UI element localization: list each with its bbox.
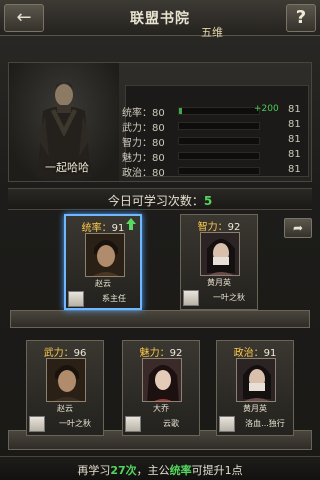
attributes-title: 五维 — [201, 26, 223, 39]
attr-bonus: +200 — [254, 104, 279, 114]
hero-portrait — [142, 358, 182, 402]
player-avatar — [29, 416, 45, 432]
portrait-image — [237, 359, 275, 401]
attr-max: 81 — [288, 104, 301, 115]
attr-row-force: 武力：80 81 — [122, 119, 306, 134]
attr-row-charm: 魅力：80 81 — [122, 149, 306, 164]
player-name: 云歌 — [163, 419, 179, 428]
attr-bar — [178, 152, 260, 160]
hero-portrait — [236, 358, 276, 402]
attr-fill — [179, 108, 182, 114]
study-card-intellect[interactable]: 智力：92 黄月英 一叶之秋 — [180, 214, 258, 310]
attr-label: 政治：80 — [122, 168, 165, 179]
help-button[interactable]: ? — [286, 4, 316, 32]
footer-suffix: 可提升1点 — [191, 464, 243, 477]
hero-portrait — [85, 233, 125, 277]
hero-label: 赵云 — [95, 279, 111, 288]
study-count-text: 今日可学习次数：5 — [8, 192, 312, 209]
footer-hint: 再学习27次，主公统率可提升1点 — [0, 462, 320, 478]
attr-max: 81 — [288, 119, 301, 130]
study-card-force[interactable]: 武力：96 赵云 一叶之秋 — [26, 340, 104, 436]
player-row: 云歌 — [125, 415, 199, 433]
player-row: 洛血...独行 — [219, 415, 293, 433]
attr-max: 81 — [288, 134, 301, 145]
footer-bar: 再学习27次，主公统率可提升1点 — [0, 456, 320, 480]
back-arrow-icon: ← — [16, 7, 32, 28]
hero-label: 黄月英 — [207, 278, 231, 287]
study-count-label: 今日可学习次数： — [107, 194, 204, 208]
player-avatar — [68, 291, 84, 307]
footer-times: 27次 — [110, 464, 137, 477]
portrait-image — [143, 359, 181, 401]
attr-label: 武力：80 — [122, 123, 165, 134]
portrait-image — [86, 234, 124, 276]
study-card-command[interactable]: 统率：91 赵云 系主任 — [64, 214, 142, 310]
player-row: 一叶之秋 — [183, 289, 257, 307]
top-bar: ← 联盟书院 ? — [0, 0, 320, 36]
study-hall-screen: ← 联盟书院 ? 一起哈哈 五维 统率：80 +200 81 武力：80 81 … — [0, 0, 320, 480]
attr-bar — [178, 107, 260, 115]
back-button[interactable]: ← — [4, 4, 44, 32]
attr-max: 81 — [288, 164, 301, 175]
player-row: 系主任 — [68, 290, 142, 308]
hero-label: 赵云 — [57, 404, 73, 413]
player-name: 一叶之秋 — [59, 419, 91, 428]
attr-row-command: 统率：80 +200 81 — [122, 104, 306, 119]
study-count-bar: 今日可学习次数：5 — [8, 188, 312, 210]
hero-scene: 一起哈哈 — [9, 63, 119, 181]
card-stat: 武力：96 — [27, 344, 103, 359]
player-avatar — [219, 416, 235, 432]
attr-bar — [178, 137, 260, 145]
attr-label: 统率：80 — [122, 108, 165, 119]
portrait-image — [201, 233, 239, 275]
portrait-image — [47, 359, 85, 401]
hero-portrait — [200, 232, 240, 276]
footer-attr: 统率 — [169, 464, 192, 477]
footer-prefix: 再学习 — [77, 464, 111, 477]
footer-middle: ，主公 — [136, 464, 170, 477]
attr-row-intellect: 智力：80 81 — [122, 134, 306, 149]
player-avatar — [125, 416, 141, 432]
hero-name: 一起哈哈 — [45, 161, 89, 174]
attr-bar — [178, 122, 260, 130]
attr-bar — [178, 167, 260, 175]
player-name: 系主任 — [102, 294, 126, 303]
attr-max: 81 — [288, 149, 301, 160]
hero-label: 黄月英 — [243, 404, 267, 413]
attr-row-politics: 政治：80 81 — [122, 164, 306, 179]
card-stat: 政治：91 — [217, 344, 293, 359]
hero-label: 大乔 — [153, 404, 169, 413]
player-name: 洛血...独行 — [245, 419, 285, 428]
player-name: 一叶之秋 — [213, 293, 245, 302]
card-stat: 智力：92 — [181, 218, 257, 233]
card-stat: 魅力：92 — [123, 344, 199, 359]
attr-label: 智力：80 — [122, 138, 165, 149]
study-count-value: 5 — [203, 194, 213, 208]
player-avatar — [183, 290, 199, 306]
share-icon: ➦ — [292, 221, 304, 235]
upgrade-arrow-icon — [126, 218, 136, 230]
study-card-politics[interactable]: 政治：91 黄月英 洛血...独行 — [216, 340, 294, 436]
attr-label: 魅力：80 — [122, 153, 165, 164]
study-card-charm[interactable]: 魅力：92 大乔 云歌 — [122, 340, 200, 436]
upper-platform — [10, 310, 310, 328]
hero-portrait — [46, 358, 86, 402]
share-button[interactable]: ➦ — [284, 218, 312, 238]
player-row: 一叶之秋 — [29, 415, 103, 433]
